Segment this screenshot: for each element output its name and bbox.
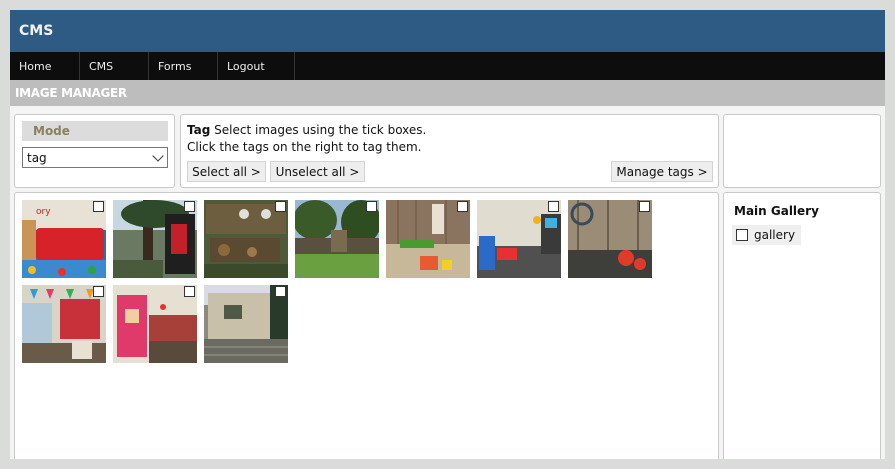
image-thumb[interactable] xyxy=(204,285,288,363)
select-all-button[interactable]: Select all > xyxy=(187,161,266,182)
right-top-panel xyxy=(723,114,881,188)
nav-item-forms[interactable]: Forms xyxy=(149,52,218,80)
image-thumb[interactable]: ory xyxy=(22,200,106,278)
gallery-tag-label: gallery xyxy=(754,228,796,242)
mode-panel: Mode tag xyxy=(14,114,175,188)
section-title: IMAGE MANAGER xyxy=(15,86,127,100)
tag-instructions-line2: Click the tags on the right to tag them. xyxy=(187,140,422,154)
image-thumb[interactable] xyxy=(113,200,197,278)
image-select-checkbox[interactable] xyxy=(366,201,377,212)
app-header: CMS xyxy=(10,10,885,52)
svg-text:ory: ory xyxy=(36,207,51,217)
image-select-checkbox[interactable] xyxy=(275,201,286,212)
image-select-checkbox[interactable] xyxy=(184,201,195,212)
app-title: CMS xyxy=(19,23,54,39)
chevron-down-icon xyxy=(152,150,164,162)
image-thumb[interactable] xyxy=(113,285,197,363)
main-nav: Home CMS Forms Logout xyxy=(10,52,885,80)
gallery-tag-checkbox[interactable] xyxy=(736,229,748,241)
image-thumb[interactable] xyxy=(386,200,470,278)
image-thumb[interactable] xyxy=(568,200,652,278)
mode-select-value: tag xyxy=(27,150,47,165)
image-select-checkbox[interactable] xyxy=(639,201,650,212)
image-select-checkbox[interactable] xyxy=(184,286,195,297)
gallery-title: Main Gallery xyxy=(734,204,819,218)
tag-bold-label: Tag xyxy=(187,123,211,137)
image-select-checkbox[interactable] xyxy=(275,286,286,297)
nav-item-logout[interactable]: Logout xyxy=(218,52,295,80)
section-title-bar: IMAGE MANAGER xyxy=(10,80,885,106)
image-thumb[interactable] xyxy=(477,200,561,278)
tag-instructions-line1: Tag Select images using the tick boxes. xyxy=(187,123,426,137)
image-thumb[interactable] xyxy=(295,200,379,278)
image-select-checkbox[interactable] xyxy=(93,286,104,297)
mode-label: Mode xyxy=(22,121,168,141)
image-select-checkbox[interactable] xyxy=(548,201,559,212)
image-select-checkbox[interactable] xyxy=(457,201,468,212)
unselect-all-button[interactable]: Unselect all > xyxy=(270,161,365,182)
tag-panel: Tag Select images using the tick boxes. … xyxy=(180,114,719,188)
images-panel: ory xyxy=(14,192,719,459)
gallery-panel: Main Gallery gallery xyxy=(723,192,881,459)
nav-item-cms[interactable]: CMS xyxy=(80,52,149,80)
gallery-tag[interactable]: gallery xyxy=(732,225,802,245)
image-select-checkbox[interactable] xyxy=(93,201,104,212)
mode-select[interactable]: tag xyxy=(22,147,168,168)
nav-item-home[interactable]: Home xyxy=(10,52,80,80)
image-thumb[interactable] xyxy=(22,285,106,363)
app-frame: CMS Home CMS Forms Logout IMAGE MANAGER … xyxy=(10,10,885,459)
manage-tags-button[interactable]: Manage tags > xyxy=(611,161,713,182)
image-thumb[interactable] xyxy=(204,200,288,278)
tag-instruction-text: Select images using the tick boxes. xyxy=(214,123,427,137)
